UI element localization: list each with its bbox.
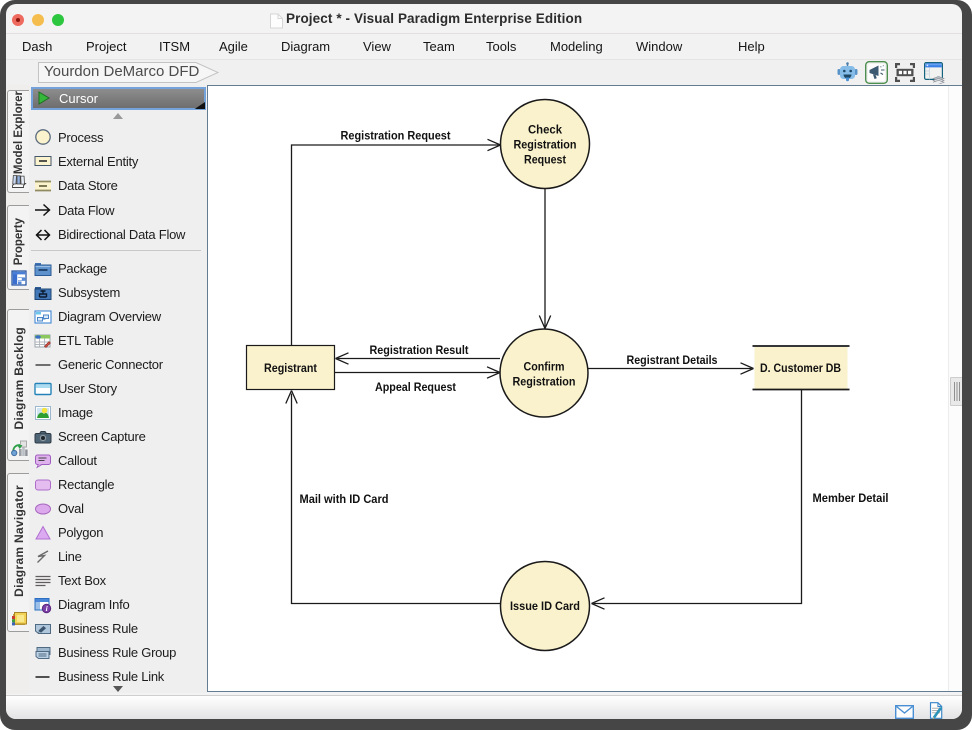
svg-text:Registration Result: Registration Result — [370, 343, 469, 357]
svg-text:Registrant: Registrant — [264, 361, 317, 375]
svg-text:D. Customer DB: D. Customer DB — [760, 361, 841, 375]
svg-text:Appeal Request: Appeal Request — [375, 380, 456, 394]
svg-text:Issue ID Card: Issue ID Card — [510, 599, 580, 613]
svg-text:Registration Request: Registration Request — [341, 129, 451, 143]
svg-text:Check: Check — [528, 123, 562, 137]
svg-text:Request: Request — [524, 153, 566, 167]
svg-text:Registrant Details: Registrant Details — [627, 353, 718, 367]
svg-text:Confirm: Confirm — [524, 360, 565, 374]
svg-text:Mail with ID Card: Mail with ID Card — [300, 492, 389, 506]
svg-text:Registration: Registration — [514, 138, 577, 152]
svg-text:Registration: Registration — [513, 375, 576, 389]
svg-text:Member Detail: Member Detail — [813, 491, 889, 505]
